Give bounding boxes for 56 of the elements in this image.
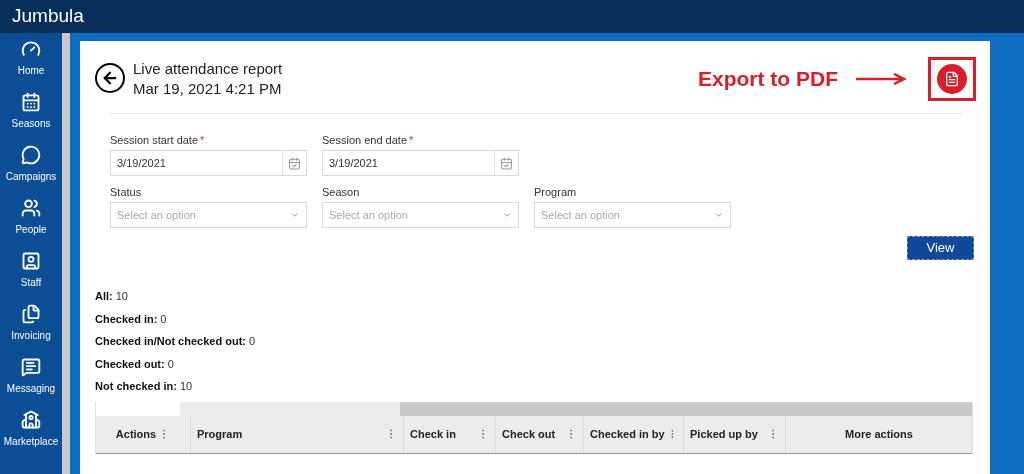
stat-value: 10 [115,289,128,304]
message-icon [21,357,41,377]
gauge-icon [21,39,41,59]
field-label: Program [534,186,577,198]
people-icon [21,198,41,218]
dropdown-caret-icon [290,210,300,220]
field-label: Status [110,186,142,198]
column-header[interactable]: Checked in by [583,415,683,453]
sidebar-item[interactable]: Invoicing [0,304,62,348]
column-header[interactable]: Actions [96,415,190,453]
stat-label: Checked in/Not checked out: [95,334,246,349]
calendar-icon [288,156,301,170]
dropdown-caret-icon [714,210,724,220]
stat-label: Not checked in: [95,379,177,394]
app-logo: Jumbula [12,4,84,29]
view-button[interactable]: View [907,236,974,260]
date-field[interactable]: 3/19/2021 [322,150,519,176]
report-timestamp: Mar 19, 2021 4:21 PM [133,79,283,99]
export-pdf-button[interactable] [928,57,976,101]
calendar-icon [500,156,513,170]
date-field[interactable]: 3/19/2021 [110,150,307,176]
column-header[interactable]: Check in [403,415,495,453]
field-label: Session start date [110,134,199,146]
sidebar-item[interactable]: Staff [0,251,62,295]
required-mark: * [409,134,414,146]
sidebar-item[interactable]: Home [0,39,62,83]
stat-label: Checked out: [95,356,165,372]
sidebar-item[interactable]: Messaging [0,357,62,401]
school-building-icon [21,410,41,430]
annotation-arrow [856,73,906,85]
stat-value: 0 [167,356,174,372]
chat-bubble-icon [21,145,41,165]
back-button[interactable] [95,63,125,93]
sidebar-item[interactable]: Campaigns [0,145,62,189]
pdf-icon [937,64,967,94]
column-header[interactable]: Program [190,415,403,453]
column-header[interactable]: Check out [495,415,583,453]
column-header[interactable]: Picked up by [683,415,785,453]
annotation-label: Export to PDF [698,66,838,93]
field-label: Season [322,186,360,198]
column-header[interactable]: More actions [785,415,972,453]
report-title: Live attendance report [133,59,283,79]
stat-value: 10 [179,379,193,394]
field-label: Session end date [322,134,407,146]
stat-value: 0 [160,311,167,327]
stat-value: 0 [249,334,256,349]
sidebar-item[interactable]: People [0,198,62,242]
contact-card-icon [21,251,41,271]
sidebar-item[interactable]: Marketplace [0,410,62,454]
stat-label: All: [95,289,113,304]
sidebar-item[interactable]: Seasons [0,92,62,136]
stat-label: Checked in: [95,311,158,327]
required-mark: * [200,134,205,146]
dropdown-caret-icon [502,210,512,220]
documents-icon [21,304,41,324]
calendar-icon [21,92,41,112]
